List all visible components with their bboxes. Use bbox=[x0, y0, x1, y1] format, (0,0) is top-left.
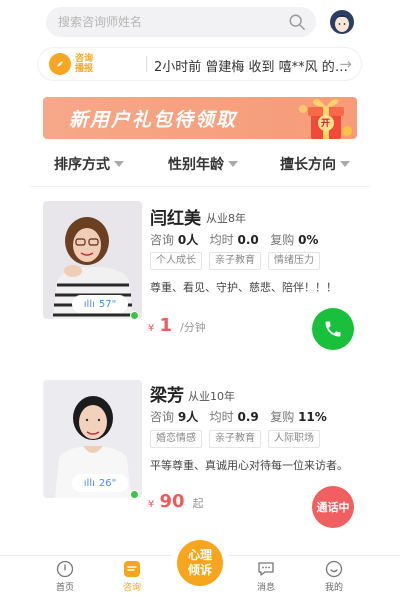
counselor-card[interactable]: ıllı 26" 梁芳 从业10年 咨询 9人 均时 0.9 复购 11% 婚恋… bbox=[30, 380, 370, 540]
online-status-dot bbox=[130, 490, 139, 499]
profile-icon bbox=[325, 560, 343, 578]
tag: 婚恋情感 bbox=[150, 430, 202, 448]
counselor-intro: 平等尊重、真诚用心对待每一位来访者。 bbox=[150, 459, 348, 472]
search-input[interactable] bbox=[58, 15, 278, 29]
voice-wave-icon: ıllı bbox=[83, 298, 95, 310]
center-talk-button[interactable]: 心理 倾诉 bbox=[177, 540, 223, 586]
counselor-price: ¥ 1 /分钟 bbox=[148, 315, 206, 336]
filter-sort[interactable]: 排序方式 bbox=[54, 154, 124, 174]
tab-messages[interactable]: 消息 bbox=[241, 560, 291, 593]
tag: 亲子教育 bbox=[209, 252, 261, 270]
tab-consult[interactable]: 咨询 bbox=[107, 560, 157, 593]
notice-text: 2小时前 曾建梅 收到 嘻**风 的一… bbox=[154, 60, 359, 75]
banner-text: 新用户礼包待领取 bbox=[69, 109, 238, 131]
tag-list: 婚恋情感 亲子教育 人际职场 bbox=[150, 430, 327, 448]
tag-list: 个人成长 亲子教育 情绪压力 bbox=[150, 252, 327, 270]
counselor-years: 从业8年 bbox=[206, 212, 246, 225]
counselor-photo[interactable]: ıllı 57" bbox=[43, 201, 142, 319]
message-icon bbox=[258, 562, 274, 576]
voice-intro-badge[interactable]: ıllı 26" bbox=[72, 474, 128, 492]
counselor-stats: 咨询 0人 均时 0.0 复购 0% bbox=[150, 233, 319, 247]
tag: 亲子教育 bbox=[209, 430, 261, 448]
dropdown-triangle-icon bbox=[340, 161, 350, 167]
notice-divider bbox=[146, 56, 147, 72]
online-status-dot bbox=[130, 311, 139, 320]
counselor-name: 梁芳 bbox=[150, 386, 184, 406]
search-row bbox=[0, 0, 400, 44]
dropdown-triangle-icon bbox=[228, 161, 238, 167]
tag: 人际职场 bbox=[268, 430, 320, 448]
call-button[interactable] bbox=[312, 308, 354, 350]
counselor-years: 从业10年 bbox=[188, 390, 235, 403]
tab-home[interactable]: 首页 bbox=[40, 560, 90, 593]
counselor-price: ¥ 90 起 bbox=[148, 491, 204, 512]
consult-icon bbox=[124, 561, 140, 577]
gift-open-label: 开 bbox=[321, 119, 331, 129]
compass-icon bbox=[49, 53, 71, 75]
new-user-banner[interactable]: 新用户礼包待领取 开 bbox=[43, 97, 357, 139]
tag: 情绪压力 bbox=[268, 252, 320, 270]
call-busy-button[interactable]: 通话中 bbox=[312, 486, 354, 528]
notice-bar[interactable]: 咨询 播报 2小时前 曾建梅 收到 嘻**风 的一… → bbox=[37, 47, 362, 81]
search-box[interactable] bbox=[46, 7, 316, 37]
divider bbox=[30, 186, 370, 187]
search-icon[interactable] bbox=[288, 13, 306, 31]
voice-intro-badge[interactable]: ıllı 57" bbox=[72, 295, 128, 313]
phone-icon bbox=[325, 321, 341, 337]
dropdown-triangle-icon bbox=[114, 161, 124, 167]
counselor-intro: 尊重、看见、守护、慈悲、陪伴！！！ bbox=[150, 281, 337, 294]
counselor-card[interactable]: ıllı 57" 闫红美 从业8年 咨询 0人 均时 0.0 复购 0% 个人成… bbox=[30, 201, 370, 361]
tag: 个人成长 bbox=[150, 252, 202, 270]
filter-specialty[interactable]: 擅长方向 bbox=[280, 154, 350, 174]
customer-service-avatar-icon[interactable] bbox=[329, 9, 355, 35]
counselor-stats: 咨询 9人 均时 0.9 复购 11% bbox=[150, 410, 327, 424]
tab-profile[interactable]: 我的 bbox=[309, 560, 359, 593]
counselor-photo[interactable]: ıllı 26" bbox=[43, 380, 142, 498]
filter-bar: 排序方式 性别年龄 擅长方向 bbox=[0, 148, 400, 182]
arrow-right-icon[interactable]: → bbox=[339, 55, 352, 73]
counselor-name: 闫红美 bbox=[150, 209, 201, 229]
voice-wave-icon: ıllı bbox=[83, 477, 95, 489]
notice-badge-label: 咨询 播报 bbox=[75, 54, 94, 74]
notice-badge: 咨询 播报 bbox=[49, 52, 107, 76]
home-icon bbox=[56, 560, 74, 578]
filter-gender-age[interactable]: 性别年龄 bbox=[168, 154, 238, 174]
